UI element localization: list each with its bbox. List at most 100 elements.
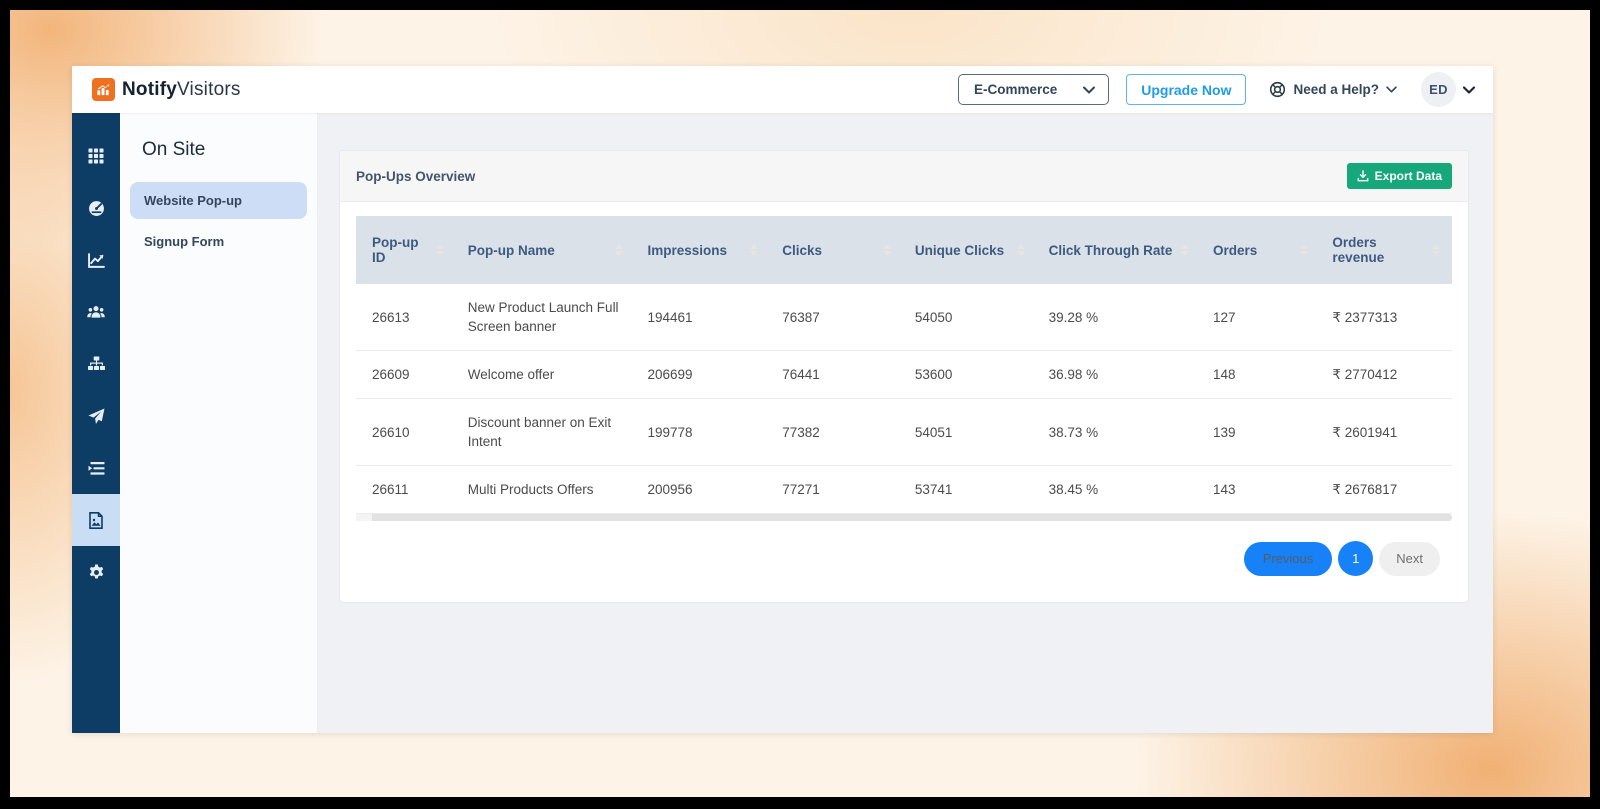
brand-name: NotifyVisitors <box>122 79 241 101</box>
cell-orders: 139 <box>1200 398 1321 466</box>
cell-popup-id: 26611 <box>356 465 456 514</box>
subnav-item-website-popup[interactable]: Website Pop-up <box>130 182 307 219</box>
sidebar-item-dashboard[interactable] <box>72 182 120 234</box>
column-header-popup-id[interactable]: Pop-up ID <box>356 216 456 284</box>
column-header-orders-revenue[interactable]: Orders revenue <box>1320 216 1452 284</box>
cell-unique-clicks: 53741 <box>902 465 1037 514</box>
sort-icon[interactable] <box>750 244 759 256</box>
sidebar-item-segments[interactable] <box>72 338 120 390</box>
brand-name-bold: Notify <box>122 78 178 100</box>
cell-orders-revenue: ₹ 2601941 <box>1320 398 1452 466</box>
cell-clicks: 77271 <box>770 465 903 514</box>
next-page-button[interactable]: Next <box>1379 541 1440 576</box>
brand-name-light: Visitors <box>177 78 241 100</box>
popups-table-zone: Pop-up ID Pop-up Name Impressions Clicks… <box>356 216 1452 521</box>
sidebar-item-campaigns[interactable] <box>72 390 120 442</box>
column-header-clicks[interactable]: Clicks <box>770 216 903 284</box>
app-window: NotifyVisitors E-Commerce Upgrade Now Ne… <box>72 66 1493 733</box>
sort-icon[interactable] <box>615 244 624 256</box>
brand-logo[interactable]: NotifyVisitors <box>92 78 241 101</box>
cell-popup-name: Multi Products Offers <box>455 465 636 514</box>
avatar: ED <box>1421 72 1456 107</box>
grid-icon <box>88 148 104 164</box>
cell-impressions: 194461 <box>635 284 771 351</box>
cell-ctr: 36.98 % <box>1036 350 1201 399</box>
help-label: Need a Help? <box>1293 82 1379 97</box>
table-row: 26609 Welcome offer 206699 76441 53600 3… <box>356 350 1452 399</box>
cell-orders-revenue: ₹ 2676817 <box>1320 465 1452 514</box>
sidebar-item-analytics[interactable] <box>72 234 120 286</box>
popups-table: Pop-up ID Pop-up Name Impressions Clicks… <box>356 216 1452 514</box>
column-header-popup-name[interactable]: Pop-up Name <box>455 216 636 284</box>
sort-icon[interactable] <box>1180 244 1189 256</box>
chevron-down-icon <box>1386 86 1397 93</box>
export-label: Export Data <box>1374 169 1442 183</box>
cell-orders: 148 <box>1200 350 1321 399</box>
sitemap-icon <box>87 356 105 372</box>
card-title: Pop-Ups Overview <box>356 168 476 184</box>
scrollbar-thumb[interactable] <box>356 514 372 521</box>
main-content: Pop-Ups Overview Export Data Pop-up ID P… <box>318 113 1493 733</box>
cell-popup-id: 26610 <box>356 398 456 466</box>
subnav-title: On Site <box>142 139 206 160</box>
column-header-orders[interactable]: Orders <box>1200 216 1321 284</box>
workspace-selector[interactable]: E-Commerce <box>957 74 1110 105</box>
cell-ctr: 39.28 % <box>1036 284 1201 351</box>
sidebar-item-grid[interactable] <box>72 130 120 182</box>
chart-line-icon <box>87 252 105 269</box>
sidebar-item-audience[interactable] <box>72 286 120 338</box>
page-1-button[interactable]: 1 <box>1338 541 1374 576</box>
cell-ctr: 38.45 % <box>1036 465 1201 514</box>
bar-chart-icon <box>92 78 115 101</box>
table-header-row: Pop-up ID Pop-up Name Impressions Clicks… <box>356 216 1452 284</box>
previous-page-button[interactable]: Previous <box>1243 541 1333 576</box>
cell-clicks: 76387 <box>770 284 903 351</box>
pagination: Previous 1 Next <box>340 521 1468 602</box>
paper-plane-icon <box>88 408 105 425</box>
cell-impressions: 200956 <box>635 465 771 514</box>
sort-icon[interactable] <box>435 244 444 256</box>
chevron-down-icon <box>1083 86 1096 94</box>
column-header-ctr[interactable]: Click Through Rate <box>1036 216 1201 284</box>
sort-icon[interactable] <box>882 244 891 256</box>
top-navbar: NotifyVisitors E-Commerce Upgrade Now Ne… <box>72 66 1493 113</box>
cell-clicks: 77382 <box>770 398 903 466</box>
table-row: 26610 Discount banner on Exit Intent 199… <box>356 398 1452 466</box>
image-icon <box>88 511 104 529</box>
column-header-unique-clicks[interactable]: Unique Clicks <box>902 216 1037 284</box>
cell-popup-name: New Product Launch Full Screen banner <box>455 284 636 351</box>
upgrade-now-button[interactable]: Upgrade Now <box>1126 74 1247 105</box>
workspace-label: E-Commerce <box>973 82 1058 97</box>
cell-impressions: 206699 <box>635 350 771 399</box>
table-row: 26611 Multi Products Offers 200956 77271… <box>356 465 1452 514</box>
cell-orders-revenue: ₹ 2377313 <box>1320 284 1452 351</box>
cell-ctr: 38.73 % <box>1036 398 1201 466</box>
horizontal-scrollbar[interactable] <box>356 514 1452 521</box>
card-header: Pop-Ups Overview Export Data <box>340 151 1468 202</box>
cell-orders: 143 <box>1200 465 1321 514</box>
cell-popup-id: 26609 <box>356 350 456 399</box>
sort-icon[interactable] <box>1016 244 1025 256</box>
popups-overview-card: Pop-Ups Overview Export Data Pop-up ID P… <box>339 150 1469 603</box>
desktop-background: NotifyVisitors E-Commerce Upgrade Now Ne… <box>10 10 1590 797</box>
column-header-impressions[interactable]: Impressions <box>635 216 771 284</box>
sort-icon[interactable] <box>1432 244 1440 256</box>
cell-unique-clicks: 54050 <box>902 284 1037 351</box>
subnav-item-signup-form[interactable]: Signup Form <box>130 223 307 260</box>
users-icon <box>87 304 105 320</box>
sort-icon[interactable] <box>1300 244 1309 256</box>
cell-popup-name: Discount banner on Exit Intent <box>455 398 636 466</box>
cell-orders-revenue: ₹ 2770412 <box>1320 350 1452 399</box>
top-actions: E-Commerce Upgrade Now Need a Help? ED <box>957 72 1475 107</box>
sidebar-item-settings[interactable] <box>72 546 120 598</box>
sidebar-item-journeys[interactable] <box>72 442 120 494</box>
cell-impressions: 199778 <box>635 398 771 466</box>
sidebar-item-popups[interactable] <box>72 494 120 546</box>
dashboard-icon <box>88 200 105 217</box>
export-data-button[interactable]: Export Data <box>1346 163 1452 189</box>
gear-icon <box>88 564 105 581</box>
lifebuoy-icon <box>1269 81 1286 98</box>
download-icon <box>1357 170 1369 182</box>
account-menu[interactable]: ED <box>1421 72 1475 107</box>
help-menu[interactable]: Need a Help? <box>1269 81 1397 98</box>
